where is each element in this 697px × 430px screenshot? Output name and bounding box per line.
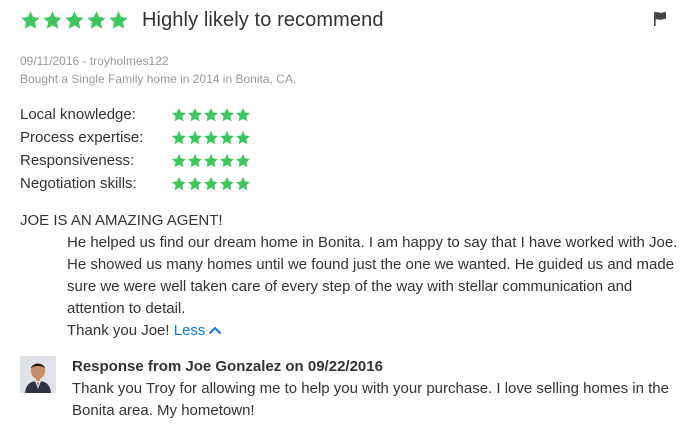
star-icon — [220, 130, 234, 144]
star-icon — [236, 107, 250, 121]
star-icon — [236, 130, 250, 144]
review-header: Highly likely to recommend — [20, 6, 384, 34]
star-icon — [172, 153, 186, 167]
rating-row: Local knowledge: — [20, 103, 251, 126]
star-icon — [172, 107, 186, 121]
review-headline: Highly likely to recommend — [142, 8, 384, 31]
rating-label: Process expertise: — [20, 129, 144, 146]
review-body-paragraph: He helped us find our dream home in Boni… — [67, 234, 678, 317]
star-icon — [109, 10, 128, 29]
agent-response: Response from Joe Gonzalez on 09/22/2016… — [20, 356, 680, 422]
star-icon — [188, 176, 202, 190]
rating-row: Responsiveness: — [20, 149, 251, 172]
response-title: Response from Joe Gonzalez on 09/22/2016 — [72, 358, 383, 375]
star-icon — [204, 107, 218, 121]
sub-ratings: Local knowledge: Process expertise: Respon… — [20, 103, 251, 195]
review-meta: 09/11/2016 - troyholmes122 Bought a Sing… — [20, 52, 296, 88]
review-body-closing: Thank you Joe! — [67, 322, 170, 339]
rating-stars — [171, 107, 251, 123]
star-icon — [220, 107, 234, 121]
overall-rating-stars — [20, 10, 129, 31]
rating-label: Responsiveness: — [20, 152, 135, 169]
star-icon — [204, 153, 218, 167]
response-text: Thank you Troy for allowing me to help y… — [72, 380, 669, 419]
response-content: Response from Joe Gonzalez on 09/22/2016… — [72, 356, 680, 422]
flag-icon[interactable] — [652, 10, 668, 28]
chevron-up-icon — [208, 320, 222, 342]
review-body-closing-line: Thank you Joe! Less — [20, 320, 680, 342]
star-icon — [236, 153, 250, 167]
rating-stars — [171, 153, 251, 169]
star-icon — [87, 10, 106, 29]
star-icon — [172, 130, 186, 144]
review-card: Highly likely to recommend 09/11/2016 - … — [0, 0, 697, 430]
star-icon — [65, 10, 84, 29]
review-date-user: 09/11/2016 - troyholmes122 — [20, 54, 169, 68]
star-icon — [220, 153, 234, 167]
less-link[interactable]: Less — [174, 322, 223, 339]
rating-stars — [171, 176, 251, 192]
star-icon — [188, 153, 202, 167]
star-icon — [236, 176, 250, 190]
star-icon — [43, 10, 62, 29]
star-icon — [21, 10, 40, 29]
rating-label: Negotiation skills: — [20, 175, 137, 192]
star-icon — [204, 176, 218, 190]
star-icon — [220, 176, 234, 190]
star-icon — [188, 107, 202, 121]
star-icon — [204, 130, 218, 144]
rating-row: Process expertise: — [20, 126, 251, 149]
rating-row: Negotiation skills: — [20, 172, 251, 195]
rating-label: Local knowledge: — [20, 106, 136, 123]
star-icon — [172, 176, 186, 190]
agent-avatar — [20, 356, 56, 393]
review-transaction: Bought a Single Family home in 2014 in B… — [20, 72, 297, 86]
less-label: Less — [173, 322, 206, 339]
review-body: JOE IS AN AMAZING AGENT! He helped us fi… — [20, 210, 680, 342]
star-icon — [188, 130, 202, 144]
rating-stars — [171, 130, 251, 146]
review-body-line1: JOE IS AN AMAZING AGENT! — [20, 212, 223, 229]
